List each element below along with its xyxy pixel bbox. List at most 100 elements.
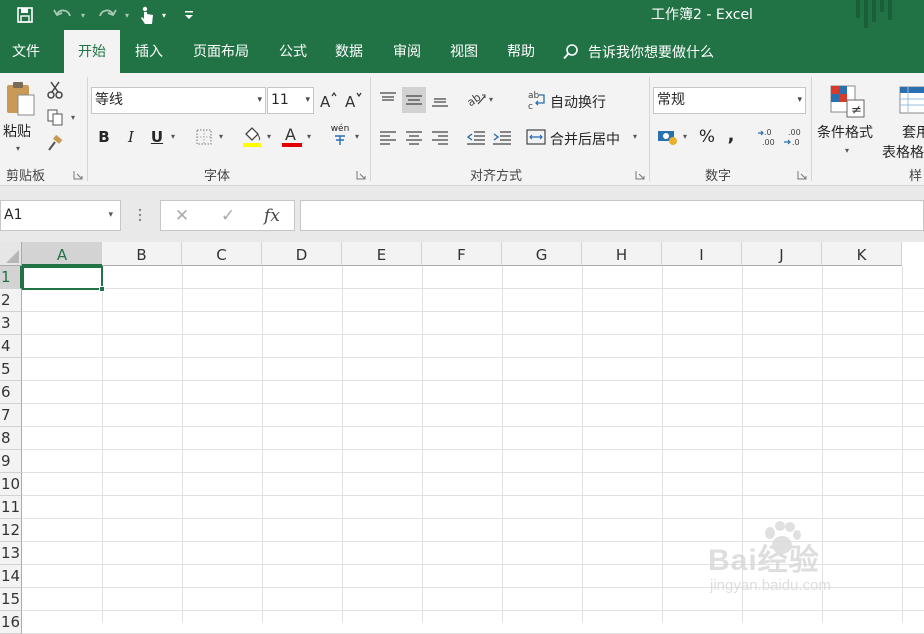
row-header-12[interactable]: 12 bbox=[0, 519, 22, 542]
tab-help[interactable]: 帮助 bbox=[495, 30, 547, 73]
column-header-d[interactable]: D bbox=[262, 242, 342, 266]
decrease-indent-button[interactable] bbox=[464, 125, 488, 149]
increase-font-size-button[interactable]: A bbox=[318, 88, 338, 112]
clipboard-launcher-icon[interactable] bbox=[73, 170, 83, 180]
customize-qat-icon[interactable] bbox=[180, 0, 198, 30]
middle-align-button[interactable] bbox=[402, 87, 426, 113]
accounting-dropdown[interactable]: ▾ bbox=[683, 132, 687, 141]
row-header-13[interactable]: 13 bbox=[0, 542, 22, 565]
fill-handle[interactable] bbox=[99, 286, 105, 292]
borders-dropdown[interactable]: ▾ bbox=[219, 132, 223, 141]
conditional-formatting-dropdown[interactable]: ▾ bbox=[845, 146, 849, 155]
tell-me-box[interactable]: 告诉我你想要做什么 bbox=[562, 30, 714, 73]
row-header-1[interactable]: 1 bbox=[0, 266, 22, 289]
bottom-align-button[interactable] bbox=[428, 87, 452, 111]
tab-home[interactable]: 开始 bbox=[64, 30, 120, 73]
row-header-6[interactable]: 6 bbox=[0, 381, 22, 404]
align-left-button[interactable] bbox=[376, 125, 400, 149]
row-header-7[interactable]: 7 bbox=[0, 404, 22, 427]
column-header-i[interactable]: I bbox=[662, 242, 742, 266]
wrap-text-icon-button[interactable]: ab c bbox=[526, 87, 548, 113]
paste-dropdown[interactable]: ▾ bbox=[16, 144, 20, 153]
column-header-k[interactable]: K bbox=[822, 242, 902, 266]
column-header-g[interactable]: G bbox=[502, 242, 582, 266]
top-align-button[interactable] bbox=[376, 87, 400, 111]
decrease-decimal-button[interactable]: .00.0 bbox=[782, 125, 804, 149]
phonetic-dropdown[interactable]: ▾ bbox=[355, 132, 359, 141]
font-size-combo[interactable]: 11 ▾ bbox=[267, 87, 314, 114]
undo-icon[interactable] bbox=[48, 0, 78, 30]
tab-review[interactable]: 审阅 bbox=[381, 30, 433, 73]
fill-color-dropdown[interactable]: ▾ bbox=[267, 132, 271, 141]
tab-insert[interactable]: 插入 bbox=[123, 30, 175, 73]
row-header-11[interactable]: 11 bbox=[0, 496, 22, 519]
conditional-formatting-button[interactable]: 条件格式 bbox=[817, 122, 873, 142]
formula-input[interactable] bbox=[300, 200, 924, 231]
column-header-e[interactable]: E bbox=[342, 242, 422, 266]
decrease-font-size-button[interactable]: A bbox=[343, 88, 363, 112]
worksheet-grid[interactable]: ABCDEFGHIJK 1 2 3 4 5 6 7 8 9 10 11 12 13 14 15 16 bbox=[0, 242, 924, 634]
copy-dropdown[interactable]: ▾ bbox=[71, 113, 75, 122]
column-header-f[interactable]: F bbox=[422, 242, 502, 266]
comma-style-button[interactable]: , bbox=[722, 123, 740, 147]
select-all-button[interactable] bbox=[0, 242, 22, 266]
column-header-c[interactable]: C bbox=[182, 242, 262, 266]
row-header-10[interactable]: 10 bbox=[0, 473, 22, 496]
row-header-8[interactable]: 8 bbox=[0, 427, 22, 450]
orientation-dropdown[interactable]: ▾ bbox=[489, 95, 493, 104]
underline-dropdown[interactable]: ▾ bbox=[171, 132, 175, 141]
underline-button[interactable]: U bbox=[146, 125, 168, 149]
redo-dropdown[interactable]: ▾ bbox=[122, 0, 132, 30]
touch-mode-dropdown[interactable]: ▾ bbox=[158, 0, 170, 30]
column-header-b[interactable]: B bbox=[102, 242, 182, 266]
tab-view[interactable]: 视图 bbox=[438, 30, 490, 73]
font-color-dropdown[interactable]: ▾ bbox=[307, 132, 311, 141]
save-icon[interactable] bbox=[10, 0, 40, 30]
column-header-j[interactable]: J bbox=[742, 242, 822, 266]
row-header-16[interactable]: 16 bbox=[0, 611, 22, 634]
merge-center-icon-button[interactable] bbox=[524, 125, 548, 149]
row-header-5[interactable]: 5 bbox=[0, 358, 22, 381]
name-box[interactable]: A1 ▾ bbox=[0, 200, 121, 231]
italic-button[interactable]: I bbox=[120, 125, 142, 149]
row-header-2[interactable]: 2 bbox=[0, 289, 22, 312]
touch-mode-icon[interactable] bbox=[134, 0, 160, 30]
font-name-combo[interactable]: 等线 ▾ bbox=[91, 87, 266, 114]
row-header-15[interactable]: 15 bbox=[0, 588, 22, 611]
font-launcher-icon[interactable] bbox=[356, 170, 366, 180]
formula-bar-resize-handle[interactable] bbox=[137, 206, 143, 224]
enter-icon[interactable]: ✓ bbox=[215, 204, 241, 228]
font-color-button[interactable]: A bbox=[280, 123, 304, 149]
accounting-format-button[interactable] bbox=[655, 125, 681, 149]
column-header-h[interactable]: H bbox=[582, 242, 662, 266]
row-header-14[interactable]: 14 bbox=[0, 565, 22, 588]
borders-button[interactable] bbox=[193, 125, 215, 149]
merge-center-dropdown[interactable]: ▾ bbox=[633, 132, 637, 141]
align-center-button[interactable] bbox=[402, 125, 426, 149]
row-header-3[interactable]: 3 bbox=[0, 312, 22, 335]
cut-button[interactable] bbox=[44, 79, 66, 101]
align-right-button[interactable] bbox=[428, 125, 452, 149]
wrap-text-button[interactable]: 自动换行 bbox=[550, 92, 606, 112]
phonetic-guide-button[interactable]: wén bbox=[328, 121, 352, 149]
bold-button[interactable]: B bbox=[93, 125, 115, 149]
format-as-table-label-1[interactable]: 套用 bbox=[902, 122, 924, 142]
active-cell-a1[interactable] bbox=[22, 266, 105, 292]
format-painter-button[interactable] bbox=[44, 133, 66, 155]
number-launcher-icon[interactable] bbox=[797, 170, 807, 180]
format-as-table-icon-button[interactable] bbox=[898, 83, 924, 121]
cancel-icon[interactable]: ✕ bbox=[169, 204, 195, 228]
row-header-4[interactable]: 4 bbox=[0, 335, 22, 358]
copy-button[interactable] bbox=[44, 106, 66, 128]
conditional-formatting-icon-button[interactable]: ≠ bbox=[828, 83, 868, 121]
tab-page-layout[interactable]: 页面布局 bbox=[185, 30, 257, 73]
fill-color-button[interactable] bbox=[240, 123, 264, 149]
increase-indent-button[interactable] bbox=[490, 125, 514, 149]
row-header-9[interactable]: 9 bbox=[0, 450, 22, 473]
number-format-combo[interactable]: 常规 ▾ bbox=[653, 87, 806, 114]
orientation-button[interactable]: ab bbox=[464, 87, 488, 111]
increase-decimal-button[interactable]: .0.00 bbox=[756, 125, 778, 149]
alignment-launcher-icon[interactable] bbox=[635, 170, 645, 180]
insert-function-icon[interactable]: fx bbox=[259, 203, 285, 229]
redo-icon[interactable] bbox=[92, 0, 122, 30]
